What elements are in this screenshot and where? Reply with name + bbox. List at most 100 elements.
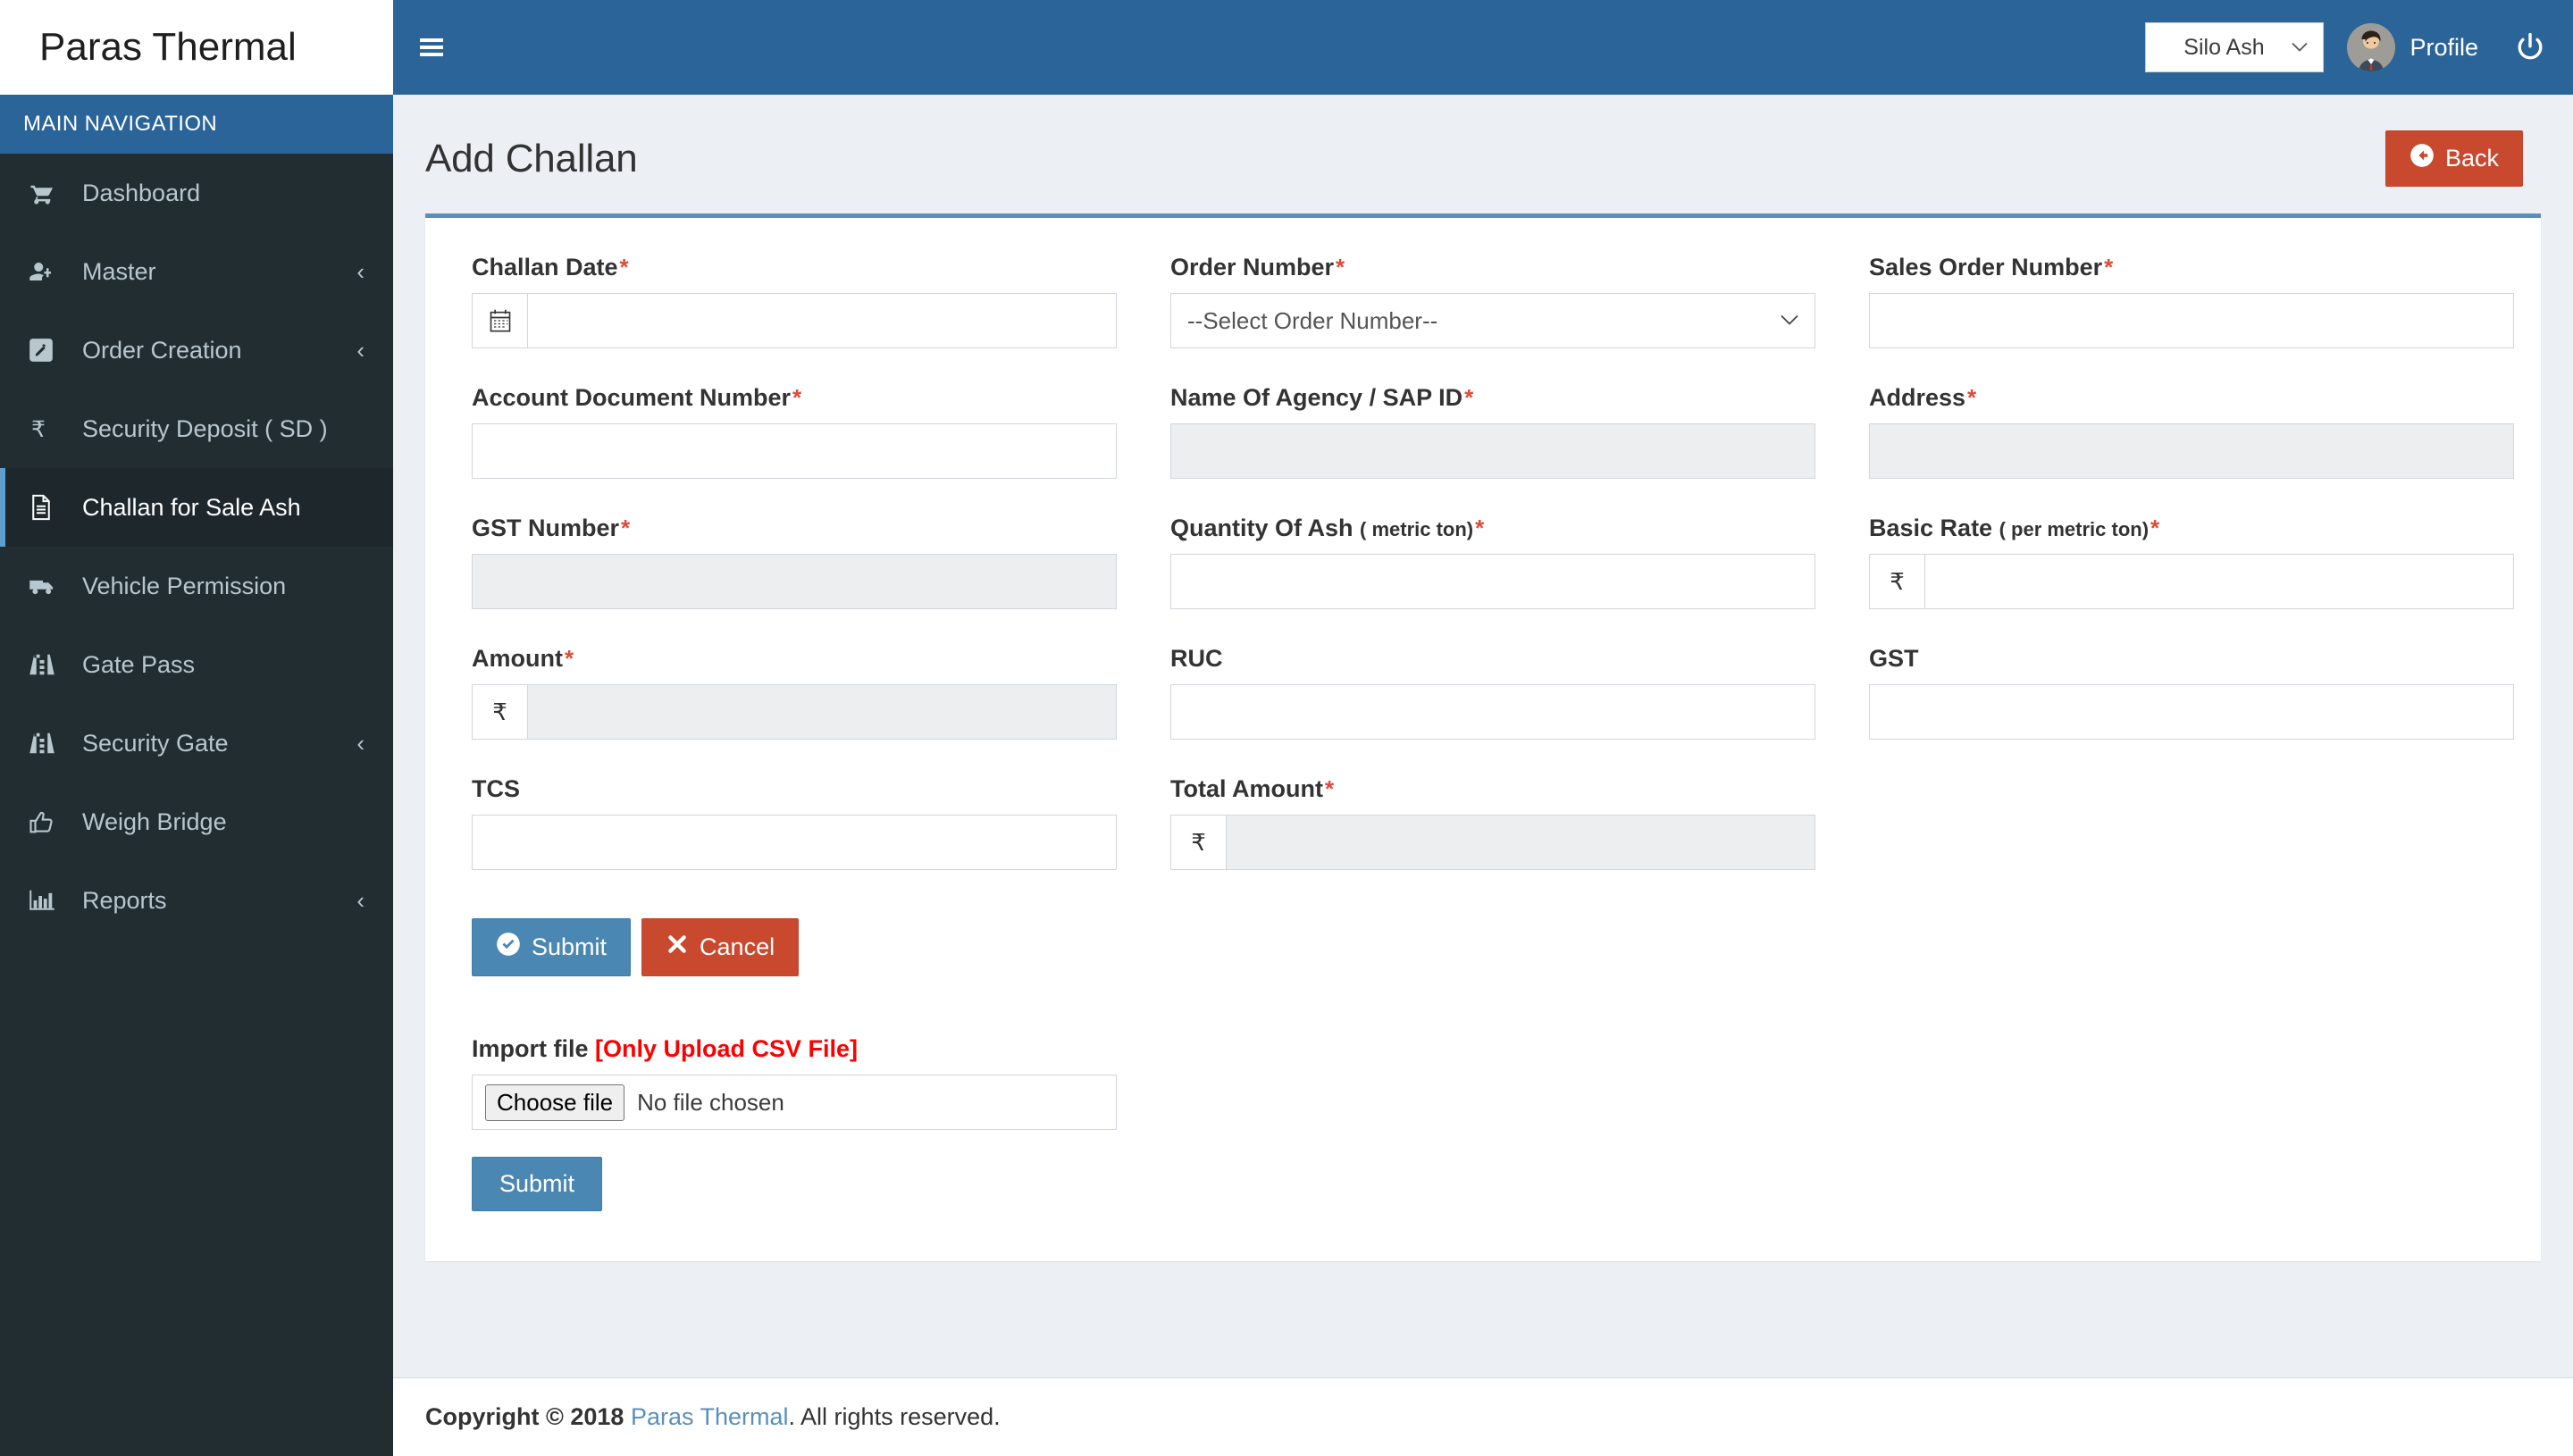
label-text: Name Of Agency / SAP ID (1170, 384, 1463, 411)
site-selector-value: Silo Ash (2183, 34, 2265, 60)
field-label: GST (1869, 645, 2514, 673)
field-label: TCS (472, 775, 1117, 803)
check-circle-icon (496, 932, 521, 963)
copyright-prefix: Copyright © 2018 (425, 1403, 631, 1430)
total-amount-input[interactable] (1226, 815, 1815, 870)
user-plus-icon (29, 258, 70, 285)
required-marker: * (1464, 384, 1474, 411)
rupee-icon: ₹ (472, 684, 527, 740)
chevron-left-icon: ‹ (356, 730, 365, 757)
content-header: Add Challan Back (393, 95, 2573, 213)
address-input[interactable] (1869, 423, 2514, 479)
label-text: Account Document Number (472, 384, 792, 411)
copyright-suffix: . All rights reserved. (788, 1403, 1001, 1430)
field-label: RUC (1170, 645, 1815, 673)
agency-name-input[interactable] (1170, 423, 1815, 479)
back-button[interactable]: Back (2384, 130, 2523, 187)
label-text: Total Amount (1170, 775, 1323, 802)
field-label: Total Amount* (1170, 775, 1815, 803)
sidebar-item-security-gate[interactable]: Security Gate ‹ (0, 704, 393, 782)
app-root: Paras Thermal MAIN NAVIGATION Dashboard … (0, 0, 2573, 1456)
sidebar-item-dashboard[interactable]: Dashboard (0, 154, 393, 232)
basic-rate-input-group: ₹ (1869, 554, 2514, 609)
chevron-left-icon: ‹ (356, 337, 365, 364)
required-marker: * (619, 254, 629, 280)
basic-rate-input[interactable] (1924, 554, 2514, 609)
power-icon[interactable] (2516, 32, 2544, 63)
quantity-of-ash-input[interactable] (1170, 554, 1815, 609)
sidebar-item-security-deposit[interactable]: ₹ Security Deposit ( SD ) (0, 389, 393, 468)
required-marker: * (1324, 775, 1335, 802)
choose-file-button[interactable]: Choose file (485, 1084, 625, 1121)
site-selector[interactable]: Silo Ash (2145, 22, 2325, 72)
form-row-1: Challan Date* Order Number* --Select Ord… (472, 254, 2514, 373)
field-amount: Amount* ₹ (472, 645, 1117, 740)
account-document-number-input[interactable] (472, 423, 1117, 479)
footer-company-link[interactable]: Paras Thermal (631, 1403, 789, 1430)
amount-input[interactable] (527, 684, 1117, 740)
field-agency-name: Name Of Agency / SAP ID* (1170, 384, 1815, 479)
field-label: Name Of Agency / SAP ID* (1170, 384, 1815, 412)
gst-number-input[interactable] (472, 554, 1117, 609)
page-title: Add Challan (425, 136, 638, 180)
sidebar-item-label: Security Gate (82, 729, 229, 757)
document-icon (29, 494, 70, 521)
sales-order-number-input[interactable] (1869, 293, 2514, 348)
sidebar-item-label: Vehicle Permission (82, 572, 287, 599)
field-quantity-of-ash: Quantity Of Ash ( metric ton)* (1170, 515, 1815, 609)
profile-link[interactable]: Profile (2347, 23, 2478, 71)
profile-label: Profile (2410, 33, 2478, 61)
field-total-amount: Total Amount* ₹ (1170, 775, 1815, 870)
tcs-input[interactable] (472, 815, 1117, 870)
field-label: Account Document Number* (472, 384, 1117, 412)
road-icon (29, 653, 70, 676)
submit-button[interactable]: Submit (472, 918, 632, 976)
form-row-2: Account Document Number* Name Of Agency … (472, 384, 2514, 504)
import-submit-button[interactable]: Submit (472, 1157, 603, 1211)
bar-chart-icon (29, 889, 70, 912)
field-gst-number: GST Number* (472, 515, 1117, 609)
cart-icon (29, 180, 70, 206)
label-text: Sales Order Number (1869, 254, 2103, 280)
avatar (2347, 23, 2396, 71)
field-label: Order Number* (1170, 254, 1815, 281)
ruc-input[interactable] (1170, 684, 1815, 740)
main-area: Silo Ash Profile Add Challan Back Challa… (393, 0, 2573, 1456)
cancel-button[interactable]: Cancel (641, 918, 800, 976)
challan-date-input-group (472, 293, 1117, 348)
sidebar-item-reports[interactable]: Reports ‹ (0, 861, 393, 940)
sidebar-item-label: Order Creation (82, 336, 242, 364)
field-basic-rate: Basic Rate ( per metric ton)* ₹ (1869, 515, 2514, 609)
total-amount-input-group: ₹ (1170, 815, 1815, 870)
sidebar-item-challan-for-sale-ash[interactable]: Challan for Sale Ash (0, 468, 393, 547)
sidebar-item-gate-pass[interactable]: Gate Pass (0, 625, 393, 704)
required-marker: * (1475, 515, 1485, 541)
field-challan-date: Challan Date* (472, 254, 1117, 348)
hamburger-icon[interactable] (393, 0, 470, 95)
field-label: Address* (1869, 384, 2514, 412)
field-order-number: Order Number* --Select Order Number-- (1170, 254, 1815, 348)
sidebar-item-label: Challan for Sale Ash (82, 493, 301, 521)
file-input-control[interactable]: Choose file No file chosen (472, 1075, 1117, 1130)
sidebar-item-master[interactable]: Master ‹ (0, 232, 393, 311)
order-number-select[interactable]: --Select Order Number-- (1170, 293, 1815, 348)
sidebar-item-label: Master (82, 257, 156, 285)
form-row-5: TCS Total Amount* ₹ (472, 775, 2494, 895)
label-text: TCS (472, 775, 520, 802)
required-marker: * (621, 515, 631, 541)
required-marker: * (2150, 515, 2160, 541)
label-text: Challan Date (472, 254, 618, 280)
sidebar-item-vehicle-permission[interactable]: Vehicle Permission (0, 547, 393, 625)
sidebar-item-label: Dashboard (82, 179, 201, 206)
required-marker: * (1336, 254, 1345, 280)
footer: Copyright © 2018 Paras Thermal. All righ… (393, 1377, 2573, 1456)
sidebar-item-order-creation[interactable]: Order Creation ‹ (0, 311, 393, 389)
sidebar: Paras Thermal MAIN NAVIGATION Dashboard … (0, 0, 393, 1456)
sidebar-item-weigh-bridge[interactable]: Weigh Bridge (0, 782, 393, 861)
challan-date-input[interactable] (527, 293, 1117, 348)
gst-input[interactable] (1869, 684, 2514, 740)
close-icon (666, 933, 689, 962)
sidebar-item-label: Gate Pass (82, 650, 196, 678)
rupee-icon: ₹ (1170, 815, 1226, 870)
brand-title[interactable]: Paras Thermal (0, 0, 393, 95)
